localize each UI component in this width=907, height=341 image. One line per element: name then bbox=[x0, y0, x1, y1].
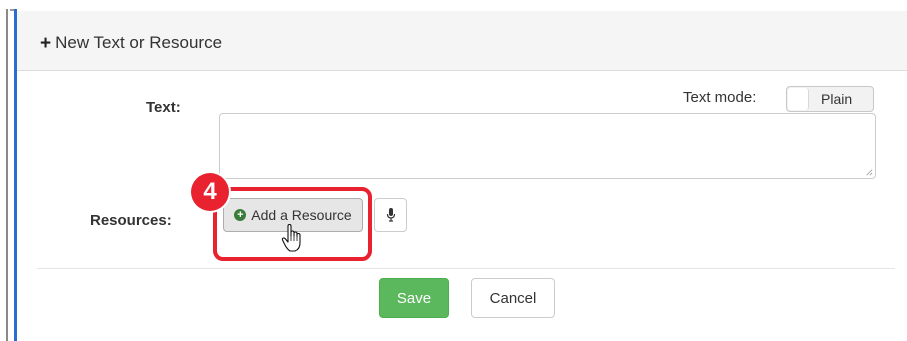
window-left-border bbox=[6, 9, 8, 341]
microphone-icon bbox=[386, 208, 395, 222]
window-top bbox=[0, 0, 907, 7]
panel-header[interactable]: + New Text or Resource bbox=[17, 11, 907, 71]
text-mode-toggle[interactable]: Plain bbox=[786, 86, 874, 112]
resources-label: Resources: bbox=[90, 212, 172, 229]
toggle-knob bbox=[788, 88, 809, 110]
panel-title[interactable]: + New Text or Resource bbox=[40, 33, 222, 53]
plus-icon: + bbox=[40, 32, 52, 54]
cancel-button[interactable]: Cancel bbox=[471, 278, 555, 318]
resize-grip-icon[interactable] bbox=[865, 168, 873, 176]
text-label: Text: bbox=[146, 99, 181, 116]
step-badge: 4 bbox=[191, 173, 229, 211]
add-resource-label: Add a Resource bbox=[251, 207, 352, 223]
save-button[interactable]: Save bbox=[379, 278, 449, 318]
hand-cursor-icon bbox=[281, 224, 301, 252]
form-divider bbox=[37, 268, 895, 269]
panel-title-text: New Text or Resource bbox=[55, 33, 223, 52]
text-mode-value: Plain bbox=[821, 91, 853, 107]
text-mode-label: Text mode: bbox=[683, 89, 757, 106]
record-audio-button[interactable] bbox=[374, 198, 407, 232]
text-input[interactable] bbox=[219, 113, 876, 179]
plus-circle-icon: + bbox=[234, 209, 247, 221]
